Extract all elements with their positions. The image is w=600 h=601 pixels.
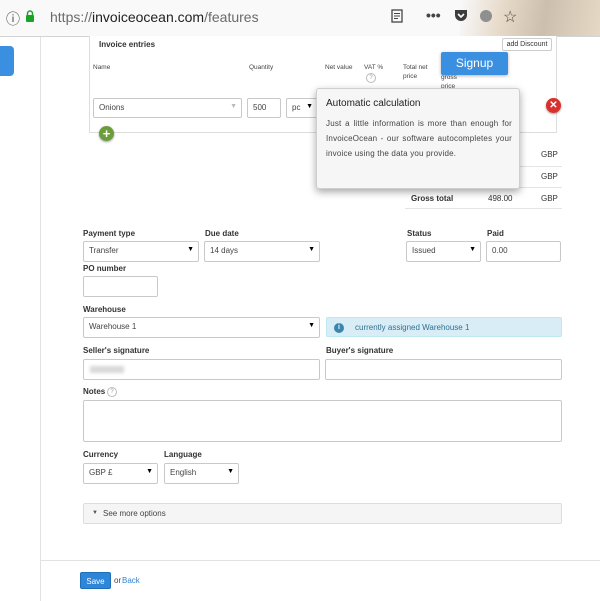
column-vat: VAT % [364,64,384,71]
delete-row-icon[interactable]: ✕ [546,98,561,113]
status-value: Issued [412,246,436,255]
url-path: /features [204,9,259,25]
invoice-entries-title: Invoice entries [99,40,156,49]
due-date-value: 14 days [210,246,239,255]
gross-total-label: Gross total [411,194,454,203]
language-label: Language [164,450,202,459]
sidebar-divider [40,37,41,601]
see-more-options-label: See more options [103,509,166,518]
warehouse-info-alert: i currently assigned Warehouse 1 [326,317,562,337]
quantity-input[interactable]: 500 [247,98,281,118]
product-name-value: Onions [99,103,125,112]
footer-divider [41,560,600,561]
language-select[interactable]: English ▼ [164,463,239,484]
column-name: Name [93,64,111,71]
info-icon: i [334,323,344,333]
due-date-select[interactable]: 14 days ▼ [204,241,320,262]
help-icon[interactable]: ? [107,387,117,397]
automatic-calculation-tooltip: Automatic calculation Just a little info… [316,88,520,189]
dropdown-arrow-icon: ▼ [308,246,315,253]
unit-value: pc [292,103,301,112]
buyer-signature-label: Buyer's signature [326,346,394,355]
warehouse-select[interactable]: Warehouse 1 ▼ [83,317,320,338]
see-more-options-bar[interactable]: ▼ See more options [83,503,562,524]
column-total-net: Total net price [403,64,428,80]
back-link[interactable]: Back [122,576,140,585]
language-value: English [170,468,197,477]
buyer-signature-input[interactable] [325,359,562,380]
status-select[interactable]: Issued ▼ [406,241,481,262]
column-net-value: Net value [325,64,353,71]
save-button[interactable]: Save [80,572,111,589]
add-discount-button[interactable]: add Discount [502,38,552,51]
add-row-icon[interactable]: + [99,126,114,141]
warehouse-value: Warehouse 1 [89,322,137,331]
payment-type-select[interactable]: Transfer ▼ [83,241,199,262]
signup-button[interactable]: Signup [441,52,508,75]
extension-icon[interactable] [480,10,492,22]
warehouse-info-text: currently assigned Warehouse 1 [355,323,470,332]
po-number-label: PO number [83,264,127,273]
bookmark-star-icon[interactable]: ☆ [503,7,517,27]
dropdown-arrow-icon: ▼ [146,468,153,475]
url-domain: invoiceocean.com [92,9,205,25]
total-currency-1: GBP [541,150,558,159]
dropdown-arrow-icon: ▼ [306,103,313,110]
or-text: or [114,576,122,585]
due-date-label: Due date [205,229,239,238]
currency-value: GBP £ [89,468,113,477]
more-actions-icon[interactable]: ••• [426,7,441,23]
product-name-input[interactable]: Onions ▼ [93,98,242,118]
tooltip-body: Just a little information is more than e… [326,119,512,158]
seller-signature-label: Seller's signature [83,346,150,355]
seller-signature-input[interactable] [83,359,320,380]
column-quantity: Quantity [249,64,274,71]
pocket-icon[interactable] [454,9,468,24]
total-currency-2: GBP [541,172,558,181]
status-label: Status [407,229,432,238]
sidebar-tab[interactable] [0,46,14,76]
warehouse-label: Warehouse [83,305,126,314]
dropdown-arrow-icon: ▼ [227,468,234,475]
info-icon[interactable]: ⓘ [6,9,20,29]
payment-type-label: Payment type [83,229,136,238]
totals-divider [405,208,562,209]
url-scheme: https:// [50,9,93,25]
dropdown-arrow-icon: ▼ [308,322,315,329]
currency-select[interactable]: GBP £ ▼ [83,463,158,484]
dropdown-arrow-icon: ▼ [230,103,237,110]
paid-label: Paid [487,229,504,238]
lock-icon [25,10,35,22]
gross-total-value: 498.00 [488,194,513,203]
reader-view-icon[interactable] [390,9,404,25]
gross-total-currency: GBP [541,194,558,203]
unit-select[interactable]: pc ▼ [286,98,318,118]
po-number-input[interactable] [83,276,158,297]
dropdown-arrow-icon: ▼ [187,246,194,253]
payment-type-value: Transfer [89,246,119,255]
notes-label: Notes [83,387,106,396]
notes-textarea[interactable] [83,400,562,442]
blurred-signature [90,366,124,373]
paid-input[interactable]: 0.00 [486,241,561,262]
currency-label: Currency [83,450,119,459]
dropdown-arrow-icon: ▼ [469,246,476,253]
tooltip-title: Automatic calculation [326,98,421,109]
help-icon[interactable]: ? [366,73,376,83]
address-bar[interactable]: https://invoiceocean.com/features [50,9,259,25]
chevron-down-icon: ▼ [92,510,98,516]
